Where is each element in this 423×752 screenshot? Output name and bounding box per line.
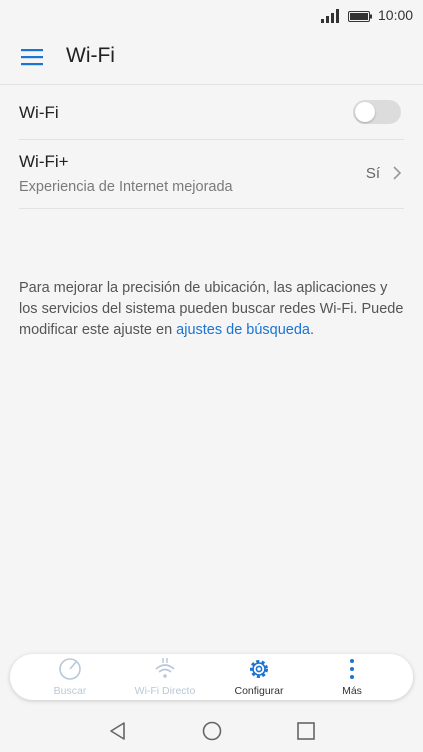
battery-icon xyxy=(348,11,372,22)
wifi-plus-value: Sí xyxy=(365,165,380,182)
hamburger-menu-icon[interactable] xyxy=(21,48,43,66)
tab-mas[interactable]: Más xyxy=(302,654,402,700)
wifi-setting-row[interactable]: Wi-Fi xyxy=(19,85,404,140)
wifi-plus-setting-row[interactable]: Wi-Fi+ Experiencia de Internet mejorada … xyxy=(19,140,404,209)
tab-configurar[interactable]: Configurar xyxy=(209,654,309,700)
wifi-plus-label: Wi-Fi+ xyxy=(19,152,69,171)
gear-icon xyxy=(250,660,268,678)
info-suffix: . xyxy=(310,322,315,338)
status-bar: 10:00 xyxy=(0,0,423,32)
signal-icon xyxy=(321,9,339,23)
more-vertical-icon xyxy=(350,659,354,679)
wifi-label: Wi-Fi xyxy=(19,103,59,122)
scan-icon xyxy=(59,658,81,680)
scan-settings-link[interactable]: ajustes de búsqueda xyxy=(176,322,310,338)
page-title: Wi-Fi xyxy=(66,44,115,67)
toggle-knob xyxy=(355,102,375,122)
tab-configurar-label: Configurar xyxy=(234,685,284,697)
wifi-plus-subtitle: Experiencia de Internet mejorada xyxy=(19,179,233,195)
clock: 10:00 xyxy=(378,7,414,23)
tab-wifi-directo-label: Wi-Fi Directo xyxy=(134,685,196,697)
tab-buscar[interactable]: Buscar xyxy=(20,654,120,700)
recents-icon[interactable] xyxy=(295,720,317,742)
tab-wifi-directo[interactable]: Wi-Fi Directo xyxy=(115,654,215,700)
app-bar: Wi-Fi xyxy=(0,32,423,85)
back-icon[interactable] xyxy=(107,720,129,742)
bottom-toolbar: Buscar Wi-Fi Directo Configurar Más xyxy=(10,654,413,700)
tab-mas-label: Más xyxy=(342,685,362,697)
system-nav-bar xyxy=(0,710,423,752)
home-icon[interactable] xyxy=(201,720,223,742)
tab-buscar-label: Buscar xyxy=(53,685,87,697)
wifi-toggle[interactable] xyxy=(353,100,401,124)
chevron-right-icon xyxy=(393,166,402,180)
scan-info-text: Para mejorar la precisión de ubicación, … xyxy=(19,278,407,341)
wifi-direct-icon xyxy=(155,658,175,678)
